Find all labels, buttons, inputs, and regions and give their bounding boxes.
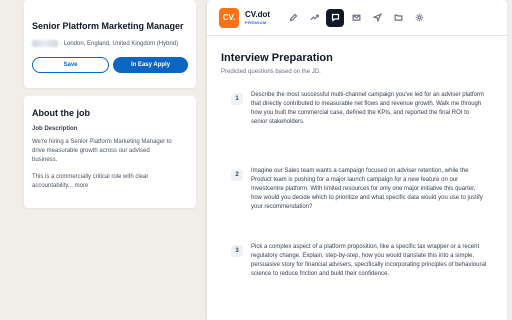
extension-toolbar: [284, 8, 428, 27]
job-title: Senior Platform Marketing Manager: [32, 21, 184, 31]
brand: CV.dot PREMIUM: [245, 10, 270, 25]
job-actions: Save In Easy Apply: [32, 57, 188, 73]
question-number: 1: [231, 93, 243, 105]
job-description-excerpt: This is a commercially critical role wit…: [32, 174, 149, 189]
extension-header: CV. CV.dot PREMIUM: [207, 0, 507, 36]
job-description-paragraph-2: This is a commercially critical role wit…: [32, 173, 172, 191]
send-icon[interactable]: [368, 9, 386, 27]
section-subtitle: Predicted questions based on the JD.: [221, 69, 321, 75]
question-text: Describe the most successful multi-chann…: [251, 92, 484, 125]
job-description-paragraph: We're hiring a Senior Platform Marketing…: [32, 139, 172, 163]
question-item: 1 Describe the most successful multi-cha…: [221, 91, 493, 167]
about-job-card: About the job Job Description We're hiri…: [24, 96, 196, 208]
question-item: 2 Imagine our Sales team wants a campaig…: [221, 167, 493, 243]
cvdot-logo: CV.: [219, 7, 239, 28]
folder-icon[interactable]: [389, 9, 407, 27]
job-summary-card: Senior Platform Marketing Manager · Lond…: [24, 0, 196, 88]
gear-icon[interactable]: [410, 9, 428, 27]
more-link[interactable]: more: [75, 183, 89, 189]
job-location: · London, England, United Kingdom (Hybri…: [60, 40, 179, 47]
extension-panel: CV. CV.dot PREMIUM Interview Preparation…: [207, 0, 507, 320]
save-button[interactable]: Save: [32, 57, 109, 73]
premium-badge: PREMIUM: [245, 20, 267, 25]
brand-name: CV.dot: [245, 10, 271, 19]
about-title: About the job: [32, 108, 90, 118]
question-item: 3 Pick a complex aspect of a platform pr…: [221, 243, 493, 319]
trend-icon[interactable]: [305, 9, 323, 27]
question-text: Pick a complex aspect of a platform prop…: [251, 244, 487, 277]
easy-apply-button[interactable]: In Easy Apply: [113, 57, 188, 73]
pen-icon[interactable]: [284, 9, 302, 27]
chat-icon[interactable]: [326, 8, 345, 27]
extension-body: Interview Preparation Predicted question…: [207, 52, 507, 319]
job-description-label: Job Description: [32, 126, 78, 132]
question-text: Imagine our Sales team wants a campaign …: [251, 168, 483, 210]
question-list: 1 Describe the most successful multi-cha…: [221, 91, 493, 319]
question-number: 2: [231, 169, 243, 181]
company-name-redacted: [32, 40, 58, 47]
mail-icon[interactable]: [347, 9, 365, 27]
section-title: Interview Preparation: [221, 52, 333, 64]
company-row: · London, England, United Kingdom (Hybri…: [32, 40, 188, 47]
question-number: 3: [231, 245, 243, 257]
